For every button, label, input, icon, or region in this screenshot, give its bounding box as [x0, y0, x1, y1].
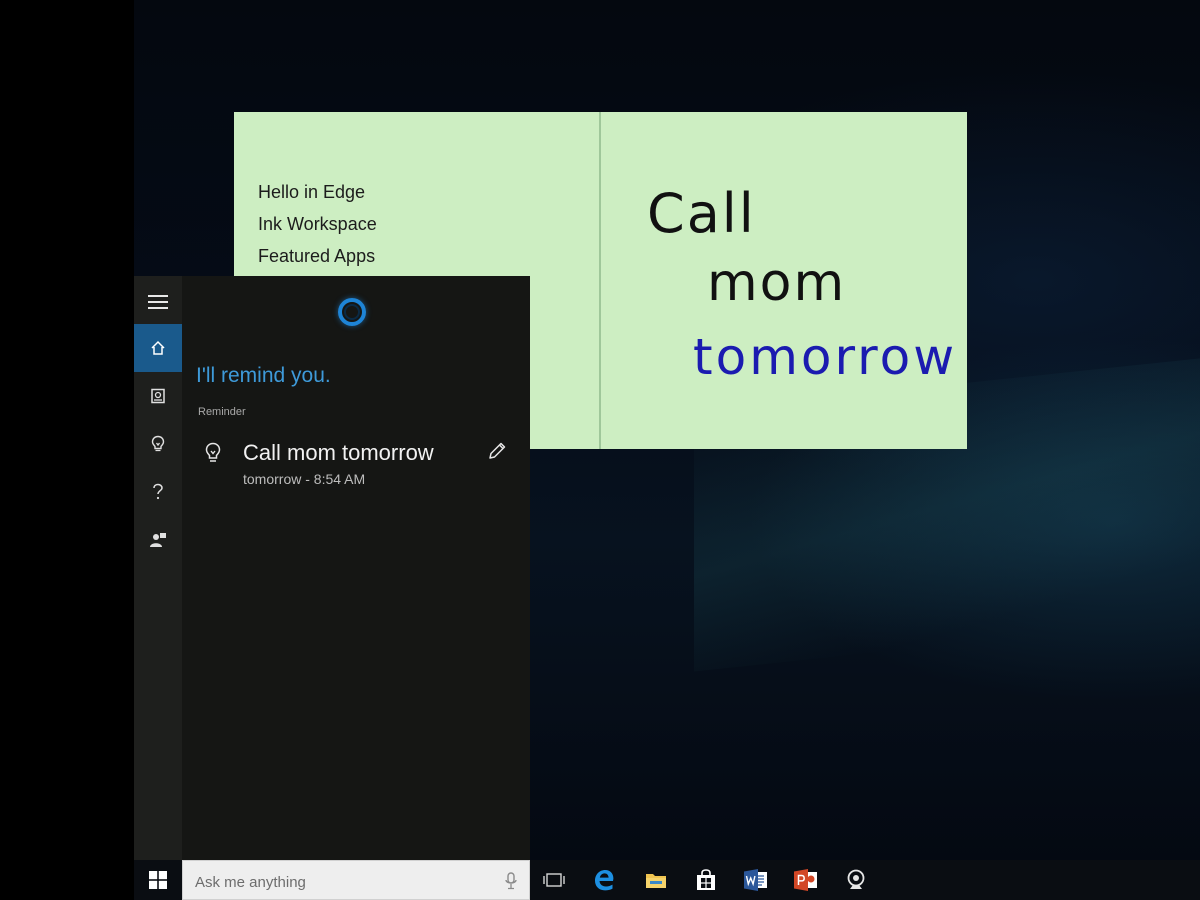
cortana-logo-icon [338, 298, 366, 326]
task-view-button[interactable] [530, 860, 578, 900]
reminder-card[interactable]: Call mom tomorrow tomorrow - 8:54 AM [196, 436, 516, 492]
edge-button[interactable] [580, 860, 628, 900]
powerpoint-icon [794, 869, 817, 891]
webcam-icon [847, 869, 865, 889]
reminder-time: tomorrow - 8:54 AM [243, 471, 366, 487]
edge-icon [595, 870, 614, 891]
ink-handwriting[interactable]: Call mom tomorrow [601, 112, 967, 449]
ink-word-call: Call [647, 182, 756, 245]
file-explorer-icon [646, 874, 666, 888]
nav-feedback-button[interactable] [134, 516, 182, 564]
pencil-icon [489, 442, 506, 459]
store-button[interactable] [682, 860, 730, 900]
start-button[interactable] [134, 860, 182, 900]
hamburger-menu-icon [148, 295, 168, 309]
lightbulb-icon [205, 442, 221, 462]
search-input[interactable] [193, 869, 487, 895]
sticky-note-item: Featured Apps [258, 246, 376, 266]
store-icon [697, 869, 715, 890]
word-icon [744, 869, 767, 891]
nav-home-button[interactable] [134, 324, 182, 372]
cortana-search-box[interactable] [182, 860, 530, 900]
home-icon [151, 340, 165, 355]
powerpoint-button[interactable] [782, 860, 830, 900]
microphone-button[interactable] [499, 869, 523, 893]
sticky-note-list: Hello in Edge Ink Workspace Featured App… [258, 176, 377, 272]
lightbulb-icon [151, 435, 165, 452]
sticky-note-item: Ink Workspace [258, 214, 377, 234]
help-icon [153, 483, 163, 500]
cortana-nav-rail [134, 276, 182, 860]
ink-word-mom: mom [707, 253, 846, 313]
nav-reminders-button[interactable] [134, 420, 182, 468]
notebook-icon [151, 388, 165, 404]
cortana-panel: I'll remind you. Reminder Call mom tomor… [134, 276, 530, 860]
hamburger-menu-button[interactable] [134, 278, 182, 326]
reminder-section-label: Reminder [198, 406, 246, 418]
windows-logo-icon [149, 871, 167, 889]
cortana-response-heading: I'll remind you. [196, 364, 331, 387]
feedback-icon [150, 533, 166, 547]
sticky-note-item: Hello in Edge [258, 182, 366, 202]
screen: Hello in Edge Ink Workspace Featured App… [0, 0, 1200, 900]
word-button[interactable] [732, 860, 780, 900]
microphone-icon [505, 872, 517, 890]
reminder-title: Call mom tomorrow [243, 440, 434, 465]
nav-help-button[interactable] [134, 468, 182, 516]
webcam-button[interactable] [832, 860, 880, 900]
left-black-border [0, 0, 134, 900]
taskbar [134, 860, 1200, 900]
ink-word-tomorrow: tomorrow [693, 328, 957, 386]
nav-notebook-button[interactable] [134, 372, 182, 420]
edit-reminder-button[interactable] [484, 438, 510, 464]
task-view-icon [543, 873, 565, 887]
file-explorer-button[interactable] [632, 860, 680, 900]
